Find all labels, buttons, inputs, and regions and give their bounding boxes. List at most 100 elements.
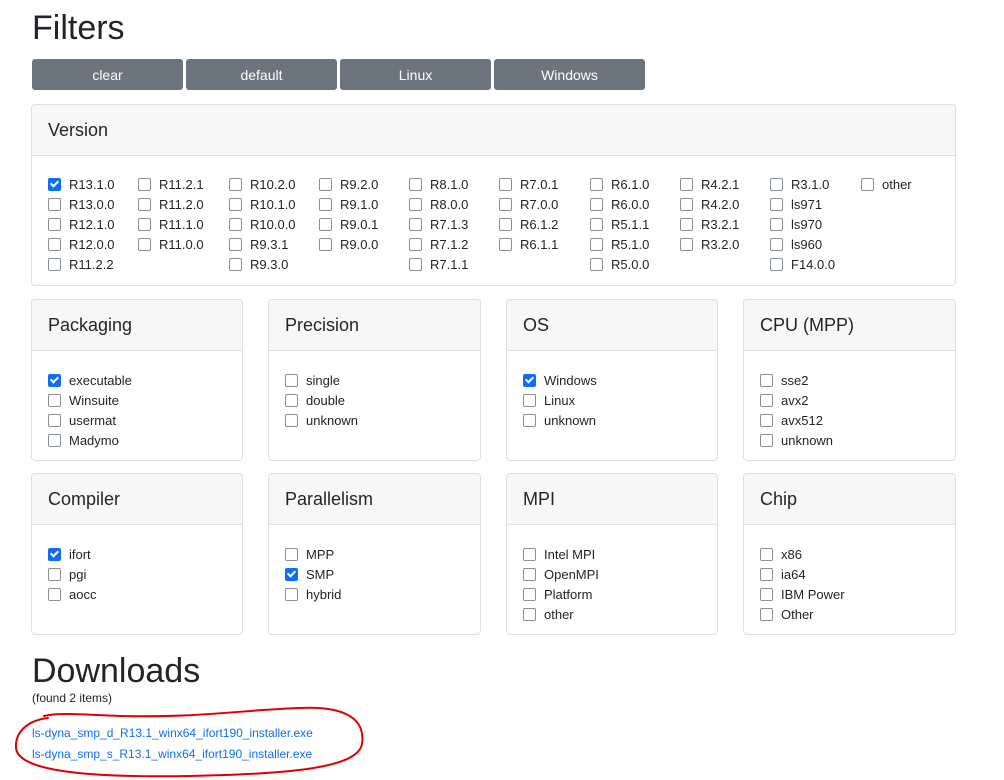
option-cpu-mpp-avx2[interactable]: avx2 [760, 390, 939, 410]
option-version-r4-2-0[interactable]: R4.2.0 [680, 194, 739, 214]
checkbox[interactable] [861, 177, 874, 191]
checkbox[interactable] [285, 587, 298, 601]
checkbox[interactable] [285, 567, 298, 581]
option-mpi-other[interactable]: other [523, 604, 701, 624]
option-packaging-winsuite[interactable]: Winsuite [48, 390, 226, 410]
checkbox[interactable] [590, 197, 603, 211]
option-version-r6-1-2[interactable]: R6.1.2 [499, 214, 558, 234]
checkbox[interactable] [409, 257, 422, 271]
option-packaging-executable[interactable]: executable [48, 370, 226, 390]
checkbox[interactable] [48, 237, 61, 251]
checkbox[interactable] [680, 197, 693, 211]
checkbox[interactable] [138, 177, 151, 191]
option-version-r13-1-0[interactable]: R13.1.0 [48, 174, 115, 194]
option-version-r5-0-0[interactable]: R5.0.0 [590, 254, 649, 274]
checkbox[interactable] [138, 217, 151, 231]
option-parallelism-smp[interactable]: SMP [285, 564, 464, 584]
option-version-r9-0-0[interactable]: R9.0.0 [319, 234, 378, 254]
checkbox[interactable] [523, 587, 536, 601]
option-version-r11-1-0[interactable]: R11.1.0 [138, 214, 204, 234]
option-packaging-usermat[interactable]: usermat [48, 410, 226, 430]
option-cpu-mpp-avx512[interactable]: avx512 [760, 410, 939, 430]
checkbox[interactable] [229, 237, 242, 251]
checkbox[interactable] [48, 217, 61, 231]
option-version-r9-3-1[interactable]: R9.3.1 [229, 234, 296, 254]
download-link-d[interactable]: ls-dyna_smp_d_R13.1_winx64_ifort190_inst… [32, 726, 313, 740]
checkbox[interactable] [523, 393, 536, 407]
option-version-r8-0-0[interactable]: R8.0.0 [409, 194, 468, 214]
checkbox[interactable] [48, 393, 61, 407]
option-version-r6-1-0[interactable]: R6.1.0 [590, 174, 649, 194]
checkbox[interactable] [770, 197, 783, 211]
checkbox[interactable] [523, 413, 536, 427]
checkbox[interactable] [680, 177, 693, 191]
checkbox[interactable] [523, 547, 536, 561]
checkbox[interactable] [285, 393, 298, 407]
checkbox[interactable] [409, 237, 422, 251]
option-mpi-openmpi[interactable]: OpenMPI [523, 564, 701, 584]
default-button[interactable]: default [186, 59, 337, 90]
option-version-r8-1-0[interactable]: R8.1.0 [409, 174, 468, 194]
checkbox[interactable] [499, 217, 512, 231]
checkbox[interactable] [770, 237, 783, 251]
checkbox[interactable] [680, 237, 693, 251]
checkbox[interactable] [229, 197, 242, 211]
checkbox[interactable] [319, 217, 332, 231]
option-version-r6-1-1[interactable]: R6.1.1 [499, 234, 558, 254]
option-version-r9-1-0[interactable]: R9.1.0 [319, 194, 378, 214]
option-version-ls960[interactable]: ls960 [770, 234, 835, 254]
option-mpi-intel-mpi[interactable]: Intel MPI [523, 544, 701, 564]
checkbox[interactable] [409, 197, 422, 211]
checkbox[interactable] [770, 177, 783, 191]
option-version-r7-1-3[interactable]: R7.1.3 [409, 214, 468, 234]
checkbox[interactable] [680, 217, 693, 231]
checkbox[interactable] [48, 413, 61, 427]
option-os-windows[interactable]: Windows [523, 370, 701, 390]
option-version-r9-0-1[interactable]: R9.0.1 [319, 214, 378, 234]
option-chip-ia64[interactable]: ia64 [760, 564, 939, 584]
checkbox[interactable] [319, 177, 332, 191]
option-precision-double[interactable]: double [285, 390, 464, 410]
option-version-r3-1-0[interactable]: R3.1.0 [770, 174, 835, 194]
checkbox[interactable] [499, 197, 512, 211]
option-version-r9-3-0[interactable]: R9.3.0 [229, 254, 296, 274]
checkbox[interactable] [285, 413, 298, 427]
checkbox[interactable] [760, 373, 773, 387]
option-version-r5-1-1[interactable]: R5.1.1 [590, 214, 649, 234]
checkbox[interactable] [229, 177, 242, 191]
checkbox[interactable] [760, 433, 773, 447]
checkbox[interactable] [138, 237, 151, 251]
checkbox[interactable] [48, 177, 61, 191]
option-precision-unknown[interactable]: unknown [285, 410, 464, 430]
option-cpu-mpp-sse2[interactable]: sse2 [760, 370, 939, 390]
checkbox[interactable] [760, 413, 773, 427]
option-version-r7-1-2[interactable]: R7.1.2 [409, 234, 468, 254]
linux-button[interactable]: Linux [340, 59, 491, 90]
checkbox[interactable] [760, 607, 773, 621]
option-chip-ibm-power[interactable]: IBM Power [760, 584, 939, 604]
option-version-r10-2-0[interactable]: R10.2.0 [229, 174, 296, 194]
checkbox[interactable] [409, 177, 422, 191]
option-version-ls971[interactable]: ls971 [770, 194, 835, 214]
option-compiler-aocc[interactable]: aocc [48, 584, 226, 604]
checkbox[interactable] [590, 257, 603, 271]
checkbox[interactable] [285, 547, 298, 561]
checkbox[interactable] [48, 373, 61, 387]
option-compiler-ifort[interactable]: ifort [48, 544, 226, 564]
option-version-r11-2-1[interactable]: R11.2.1 [138, 174, 204, 194]
option-chip-x86[interactable]: x86 [760, 544, 939, 564]
option-parallelism-mpp[interactable]: MPP [285, 544, 464, 564]
option-version-r4-2-1[interactable]: R4.2.1 [680, 174, 739, 194]
checkbox[interactable] [48, 547, 61, 561]
option-version-r3-2-0[interactable]: R3.2.0 [680, 234, 739, 254]
checkbox[interactable] [760, 393, 773, 407]
option-version-r9-2-0[interactable]: R9.2.0 [319, 174, 378, 194]
checkbox[interactable] [590, 177, 603, 191]
option-version-r11-0-0[interactable]: R11.0.0 [138, 234, 204, 254]
checkbox[interactable] [760, 547, 773, 561]
checkbox[interactable] [285, 373, 298, 387]
checkbox[interactable] [523, 567, 536, 581]
option-precision-single[interactable]: single [285, 370, 464, 390]
checkbox[interactable] [409, 217, 422, 231]
checkbox[interactable] [319, 237, 332, 251]
